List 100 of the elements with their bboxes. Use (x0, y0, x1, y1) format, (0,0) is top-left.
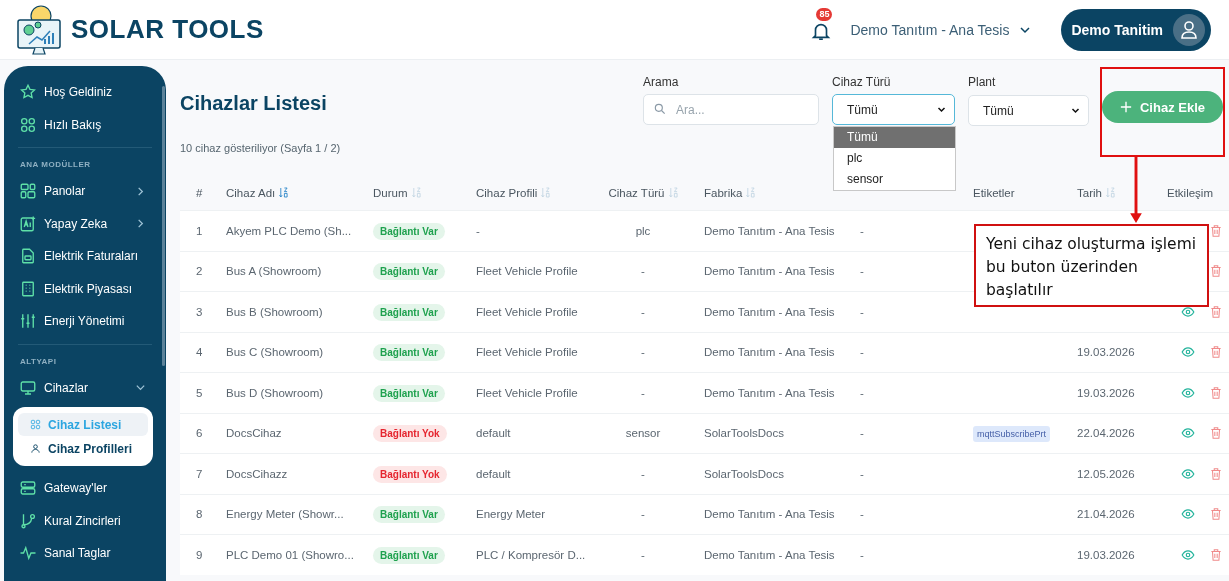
arrow (1130, 157, 1142, 225)
plant-select[interactable]: Tümü (968, 95, 1089, 126)
table-cell: Energy Meter (Showr... (226, 508, 344, 521)
table-cell: Bus B (Showroom) (226, 305, 323, 318)
table-cell: Fleet Vehicle Profile (476, 265, 578, 278)
table-cell: Demo Tanıtım - Ana Tesis (704, 305, 835, 318)
nav-item[interactable]: Sanal Taglar (4, 537, 160, 570)
nav-icon (19, 247, 37, 266)
chevron-icon (937, 105, 946, 114)
column-header[interactable]: Fabrika (704, 186, 756, 199)
table-cell: 19.03.2026 (1077, 346, 1135, 359)
table-cell: 9 (196, 548, 203, 561)
column-header[interactable]: Durum (373, 186, 421, 199)
trash-icon[interactable] (1209, 547, 1223, 562)
trash-icon[interactable] (1209, 304, 1223, 319)
nav-item[interactable]: Hoş Geldiniz (4, 76, 160, 109)
table-cell: - (641, 386, 645, 399)
eye-icon[interactable] (1181, 507, 1195, 522)
nav-item[interactable]: Elektrik Piyasası (4, 272, 160, 305)
dropdown-option[interactable]: sensor (834, 169, 955, 190)
table-cell: - (860, 265, 864, 278)
dropdown-option[interactable]: Tümü (834, 127, 955, 148)
eye-icon[interactable] (1181, 466, 1195, 481)
table-cell: - (860, 467, 864, 480)
table-cell: 8 (196, 508, 203, 521)
table-cell: - (476, 224, 480, 237)
trash-icon[interactable] (1209, 223, 1223, 238)
trash-icon[interactable] (1209, 264, 1223, 279)
column-header[interactable]: Etiketler (973, 186, 1015, 199)
table-cell: 21.04.2026 (1077, 508, 1135, 521)
nav-item[interactable]: Hızlı Bakış (4, 108, 160, 141)
table-cell: Demo Tanıtım - Ana Tesis (704, 548, 835, 561)
column-header[interactable]: Cihaz Profili (476, 186, 551, 199)
table-cell: Demo Tanıtım - Ana Tesis (704, 386, 835, 399)
nav-item[interactable]: Enerji Yönetimi (4, 305, 160, 338)
chevron-icon (1071, 106, 1080, 115)
trash-icon[interactable] (1209, 345, 1223, 360)
user-icon (1173, 13, 1205, 46)
table-cell: Bus C (Showroom) (226, 346, 324, 359)
table-cell: default (476, 427, 511, 440)
grid-icon (30, 419, 41, 430)
table-cell: - (641, 548, 645, 561)
column-header[interactable]: Cihaz Adı (226, 186, 289, 199)
section-heading: ANA MODÜLLER (19, 159, 92, 171)
nav-icon (19, 214, 37, 233)
plus-icon (1120, 101, 1132, 113)
eye-icon[interactable] (1181, 547, 1195, 562)
table-cell: Demo Tanıtım - Ana Tesis (704, 346, 835, 359)
table-cell: - (860, 224, 864, 237)
table-cell: SolarToolsDocs (704, 427, 784, 440)
table-cell: default (476, 467, 511, 480)
nav-icon (19, 115, 37, 134)
table-cell: - (641, 305, 645, 318)
user-menu-button[interactable]: Demo Tanitim (1061, 8, 1211, 51)
eye-icon[interactable] (1181, 304, 1195, 319)
eye-icon[interactable] (1181, 345, 1195, 360)
column-header[interactable]: Tarih (1077, 186, 1115, 199)
status-badge: Bağlantı Var (373, 344, 445, 362)
trash-icon[interactable] (1209, 507, 1223, 522)
table-cell: - (860, 548, 864, 561)
table-cell: sensor (625, 427, 661, 440)
tag: mqttSubscribePrt (973, 426, 1051, 443)
eye-icon[interactable] (1181, 385, 1195, 400)
field-label: Cihaz Türü (832, 75, 892, 90)
dropdown-option[interactable]: plc (834, 148, 955, 169)
table-cell: 12.05.2026 (1077, 467, 1135, 480)
trash-icon[interactable] (1209, 466, 1223, 481)
table-cell: plc (635, 224, 651, 237)
nav-item[interactable]: Yapay Zeka (4, 207, 160, 240)
nav-item[interactable]: Kural Zincirleri (4, 504, 160, 537)
table-cell: - (641, 467, 645, 480)
nav-item[interactable]: Cihazlar (4, 371, 160, 404)
page-title: Cihazlar Listesi (180, 92, 328, 115)
table-cell: Akyem PLC Demo (Sh... (226, 224, 352, 237)
status-badge: Bağlantı Var (373, 303, 445, 321)
status-badge: Bağlantı Var (373, 506, 445, 524)
table-cell: 7 (196, 467, 203, 480)
table-cell: 4 (196, 346, 203, 359)
type-select[interactable]: Tümü (832, 94, 955, 125)
plant-selector[interactable]: Demo Tanıtım - Ana Tesis (850, 21, 1032, 38)
field-label: Arama (643, 75, 680, 90)
table-cell: - (860, 305, 864, 318)
eye-icon[interactable] (1181, 426, 1195, 441)
trash-icon[interactable] (1209, 426, 1223, 441)
table-cell: 22.04.2026 (1077, 427, 1135, 440)
result-count: 10 cihaz gösteriliyor (Sayfa 1 / 2) (180, 142, 341, 154)
brand-name: SOLAR TOOLS (71, 14, 264, 45)
nav-item[interactable]: Gateway'ler (4, 472, 160, 505)
annotation-note: Yeni cihaz oluşturma işlemi bu buton üzerinden başlatılır (974, 224, 1209, 307)
column-header[interactable]: # (196, 186, 203, 199)
nav-item[interactable]: Elektrik Faturaları (4, 240, 160, 273)
submenu-item[interactable]: Cihaz Profilleri (18, 437, 148, 460)
trash-icon[interactable] (1209, 385, 1223, 400)
scrollbar[interactable] (162, 86, 165, 366)
nav-icon (19, 544, 37, 563)
nav-item[interactable]: Panolar (4, 175, 160, 208)
table-cell: Demo Tanıtım - Ana Tesis (704, 224, 835, 237)
status-badge: Bağlantı Var (373, 384, 445, 402)
search-field[interactable]: Ara... (643, 94, 819, 125)
table-cell: - (641, 346, 645, 359)
